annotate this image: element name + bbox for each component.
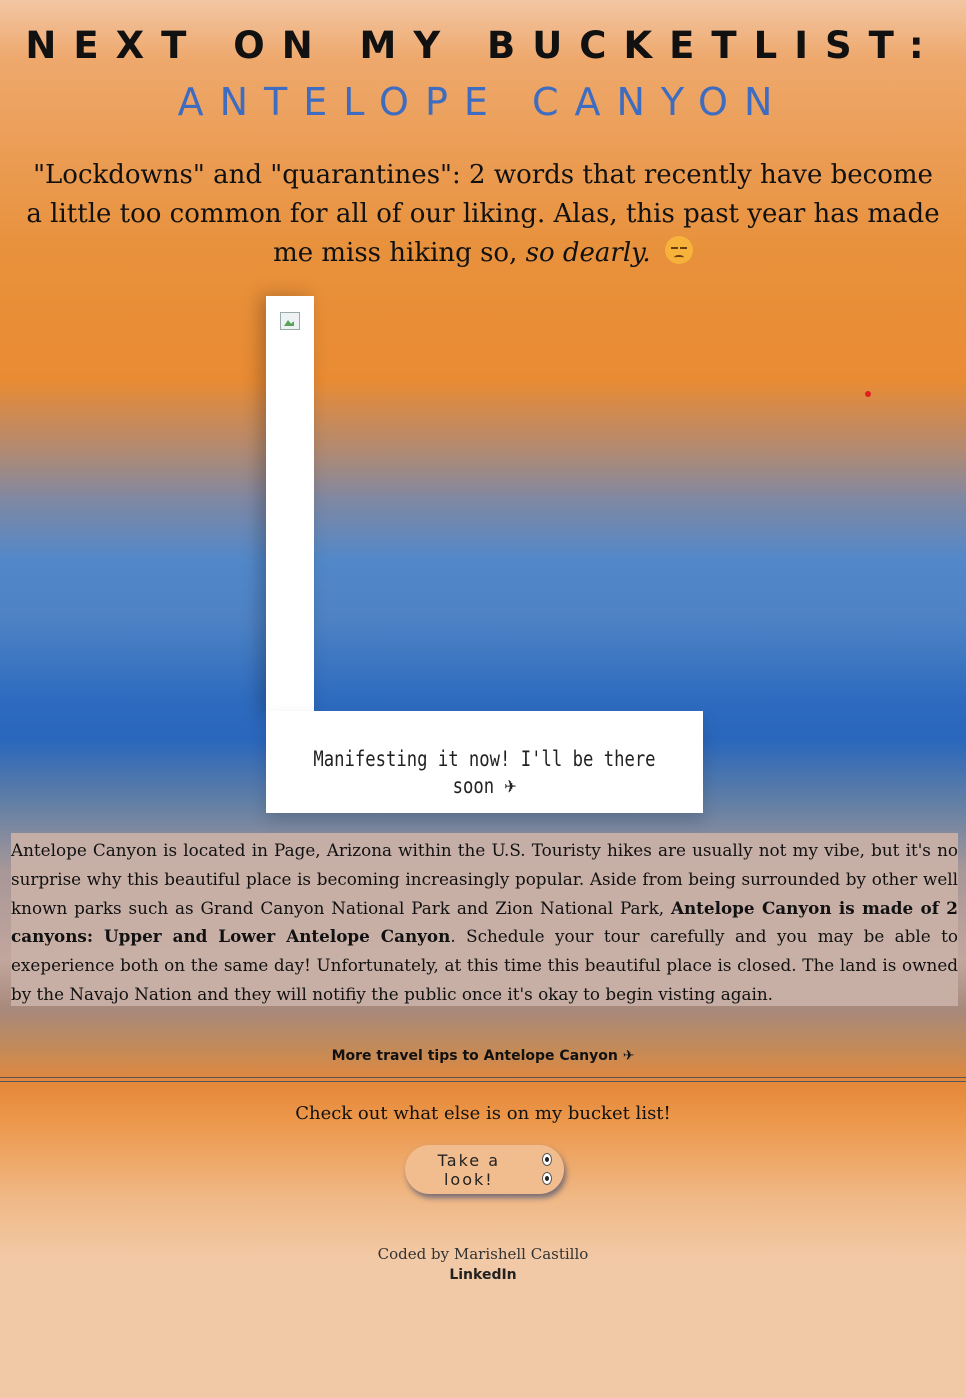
photo-caption-text: Manifesting it now! I'll be there soon [313,747,656,798]
intro-paragraph: "Lockdowns" and "quarantines": 2 words t… [22,156,944,273]
travel-tips-label: More travel tips to Antelope Canyon [331,1048,618,1064]
take-a-look-label: Take a look! [437,1150,500,1189]
travel-tips-link[interactable]: More travel tips to Antelope Canyon ✈ [0,1048,966,1064]
photo-caption: Manifesting it now! I'll be there soon ✈ [305,747,663,799]
intro-italic: so dearly. [525,238,651,268]
airplane-icon: ✈ [622,1048,635,1064]
red-dot [865,391,871,397]
intro-text: "Lockdowns" and "quarantines": 2 words t… [26,160,940,268]
take-a-look-button[interactable]: Take a look! [405,1145,564,1194]
canyon-photo [266,296,314,716]
bucket-list-prompt: Check out what else is on my bucket list… [295,1103,671,1124]
pensive-face-icon [664,236,693,264]
photo-caption-box: Manifesting it now! I'll be there soon ✈ [266,711,703,813]
footer-credit: Coded by Marishell Castillo [377,1245,589,1263]
page-subtitle: ANTELOPE CANYON [177,80,789,124]
page-title: NEXT ON MY BUCKETLIST: [25,24,941,67]
linkedin-link[interactable]: LinkedIn [0,1267,966,1283]
info-box: Antelope Canyon is located in Page, Ariz… [11,833,958,1006]
airplane-icon: ✈ [504,771,517,799]
eyes-icon [537,1151,558,1189]
divider [0,1077,966,1082]
info-paragraph: Antelope Canyon is located in Page, Ariz… [11,833,958,1009]
broken-image-icon [280,312,300,330]
